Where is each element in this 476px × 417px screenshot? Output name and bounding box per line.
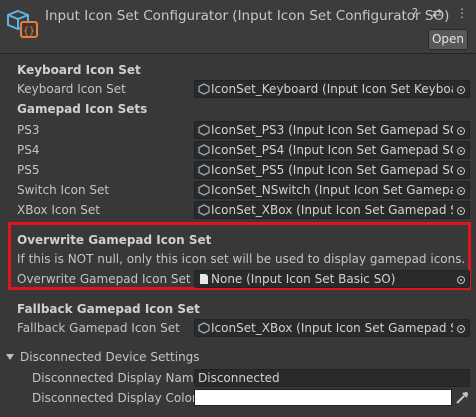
ps4-label: PS4 — [17, 143, 40, 157]
ps3-label: PS3 — [17, 123, 40, 137]
asset-icon — [198, 144, 210, 156]
object-picker-icon[interactable] — [453, 271, 469, 287]
disconnected-section-title: Disconnected Device Settings — [20, 350, 200, 364]
keyboard-icon-set-field[interactable]: IconSet_Keyboard (Input Icon Set Keyboar… — [194, 80, 470, 98]
header-title: Input Icon Set Configurator (Input Icon … — [45, 8, 450, 24]
disconnected-display-color-label: Disconnected Display Color — [32, 391, 197, 405]
ps4-field[interactable]: IconSet_PS4 (Input Icon Set Gamepad SO) — [194, 141, 470, 159]
ps4-value: IconSet_PS4 (Input Icon Set Gamepad SO) — [211, 143, 464, 157]
eyedropper-icon[interactable] — [454, 389, 470, 406]
header-controls: ? ⇄ ⋮ — [398, 6, 468, 20]
fallback-gamepad-icon-set-field[interactable]: IconSet_XBox (Input Icon Set Gamepad SO) — [194, 319, 470, 337]
xbox-icon-set-value: IconSet_XBox (Input Icon Set Gamepad SO) — [211, 203, 470, 217]
object-picker-icon[interactable] — [453, 81, 469, 97]
ps5-field[interactable]: IconSet_PS5 (Input Icon Set Gamepad SO) — [194, 161, 470, 179]
overwrite-help-text: If this is NOT null, only this icon set … — [17, 252, 466, 266]
ps5-label: PS5 — [17, 163, 40, 177]
object-picker-icon[interactable] — [453, 142, 469, 158]
asset-icon — [198, 184, 210, 196]
keyboard-icon-set-value: IconSet_Keyboard (Input Icon Set Keyboar… — [211, 82, 470, 96]
ps5-value: IconSet_PS5 (Input Icon Set Gamepad SO) — [211, 163, 464, 177]
open-button[interactable]: Open — [428, 29, 468, 50]
inspector-header: {} Input Icon Set Configurator (Input Ic… — [0, 0, 476, 54]
disconnected-display-color-field[interactable] — [194, 389, 452, 406]
xbox-icon-set-label: XBox Icon Set — [17, 203, 100, 217]
fallback-section-title: Fallback Gamepad Icon Set — [17, 302, 200, 316]
object-picker-icon[interactable] — [453, 182, 469, 198]
gamepad-section-title: Gamepad Icon Sets — [17, 102, 148, 116]
foldout-arrow-icon — [6, 354, 14, 360]
overwrite-section-title: Overwrite Gamepad Icon Set — [17, 233, 212, 247]
scriptable-object-icon: {} — [7, 9, 38, 38]
fallback-gamepad-icon-set-value: IconSet_XBox (Input Icon Set Gamepad SO) — [211, 321, 470, 335]
asset-icon — [198, 164, 210, 176]
object-picker-icon[interactable] — [453, 202, 469, 218]
asset-icon — [198, 83, 210, 95]
overwrite-gamepad-icon-set-field[interactable]: None (Input Icon Set Basic SO) — [194, 270, 470, 288]
switch-icon-set-label: Switch Icon Set — [17, 183, 110, 197]
asset-icon — [198, 204, 210, 216]
disconnected-display-name-label: Disconnected Display Name — [32, 371, 201, 385]
keyboard-icon-set-label: Keyboard Icon Set — [17, 82, 126, 96]
switch-icon-set-value: IconSet_NSwitch (Input Icon Set Gamepad … — [211, 183, 470, 197]
disconnected-display-name-input[interactable]: Disconnected — [194, 369, 470, 387]
overwrite-gamepad-icon-set-label: Overwrite Gamepad Icon Set — [17, 272, 191, 286]
document-icon — [200, 274, 208, 284]
help-icon[interactable]: ? — [412, 6, 418, 20]
kebab-menu-icon[interactable]: ⋮ — [456, 6, 468, 20]
asset-icon — [198, 322, 210, 334]
fallback-gamepad-icon-set-label: Fallback Gamepad Icon Set — [17, 321, 180, 335]
object-picker-icon[interactable] — [453, 122, 469, 138]
keyboard-section-title: Keyboard Icon Set — [17, 63, 141, 77]
object-picker-icon[interactable] — [453, 320, 469, 336]
overwrite-gamepad-icon-set-value: None (Input Icon Set Basic SO) — [211, 272, 396, 286]
disconnected-settings-foldout[interactable]: Disconnected Device Settings — [6, 348, 200, 366]
svg-text:{}: {} — [23, 26, 35, 37]
preset-settings-icon[interactable]: ⇄ — [432, 6, 442, 20]
ps3-value: IconSet_PS3 (Input Icon Set Gamepad SO) — [211, 123, 464, 137]
switch-icon-set-field[interactable]: IconSet_NSwitch (Input Icon Set Gamepad … — [194, 181, 470, 199]
object-picker-icon[interactable] — [453, 162, 469, 178]
ps3-field[interactable]: IconSet_PS3 (Input Icon Set Gamepad SO) — [194, 121, 470, 139]
xbox-icon-set-field[interactable]: IconSet_XBox (Input Icon Set Gamepad SO) — [194, 201, 470, 219]
asset-icon — [198, 124, 210, 136]
